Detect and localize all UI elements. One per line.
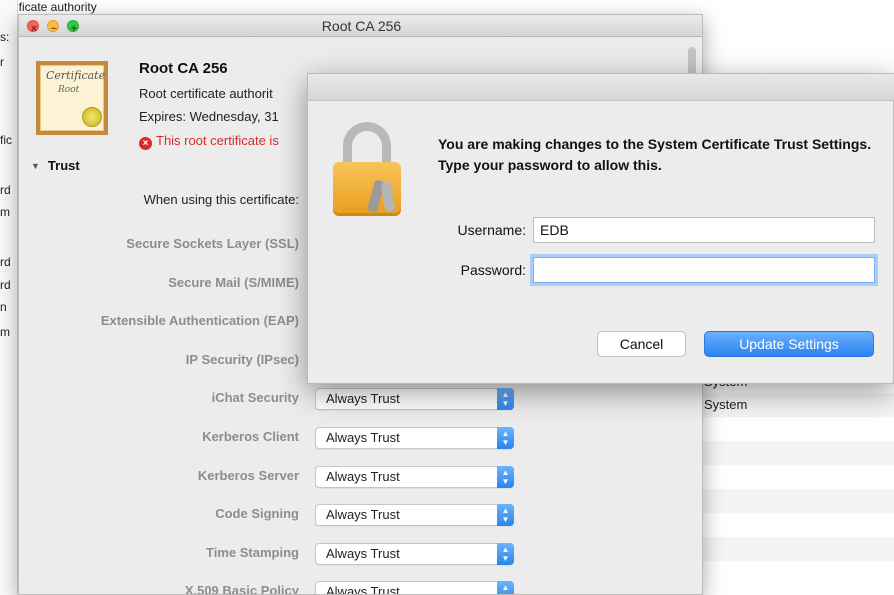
close-icon: × — [30, 23, 38, 35]
background-left-column: s: r fic rd m rd rd n m — [0, 0, 18, 595]
zoom-window-button[interactable]: + — [67, 20, 79, 35]
trust-setting-value: Always Trust — [326, 391, 400, 406]
background-fragment: rd — [0, 278, 11, 292]
trust-row-label: Code Signing — [215, 506, 299, 521]
window-titlebar: × − + Root CA 256 — [19, 15, 702, 37]
certificate-icon-text: Certificate — [46, 69, 106, 82]
username-field[interactable] — [533, 217, 875, 243]
trust-setting-value: Always Trust — [326, 507, 400, 522]
update-settings-button[interactable]: Update Settings — [704, 331, 874, 357]
when-using-label: When using this certificate: — [143, 192, 299, 207]
background-fragment: m — [0, 205, 10, 219]
trust-setting-popup[interactable]: Always Trust ▲▼ — [315, 466, 514, 488]
trust-setting-value: Always Trust — [326, 469, 400, 484]
trust-row-label: X.509 Basic Policy — [184, 583, 299, 595]
trust-row-label: iChat Security — [211, 390, 299, 405]
certificate-warning-text: This root certificate is — [156, 133, 279, 148]
chevron-updown-icon: ▲▼ — [497, 543, 514, 565]
sheet-titlebar — [308, 74, 894, 101]
background-fragment: rd — [0, 183, 11, 197]
keys-icon — [367, 179, 399, 214]
error-icon: × — [139, 137, 152, 150]
trust-section-label: Trust — [47, 158, 80, 173]
chevron-updown-icon: ▲▼ — [497, 504, 514, 526]
trust-row-label: Kerberos Server — [197, 468, 299, 483]
chevron-updown-icon: ▲▼ — [497, 466, 514, 488]
trust-setting-popup[interactable]: Always Trust ▲▼ — [315, 581, 514, 595]
window-title: Root CA 256 — [321, 18, 402, 34]
certificate-kind: Root certificate authorit — [139, 86, 273, 101]
certificate-name: Root CA 256 — [139, 60, 228, 77]
trust-row-label: Secure Mail (S/MIME) — [168, 275, 299, 290]
trust-section-toggle[interactable]: ▼ Trust — [31, 158, 80, 173]
trust-setting-popup[interactable]: Always Trust ▲▼ — [315, 388, 514, 410]
username-label: Username: — [457, 222, 526, 238]
cancel-button[interactable]: Cancel — [597, 331, 686, 357]
trust-row-label: IP Security (IPsec) — [185, 352, 299, 367]
chevron-updown-icon: ▲▼ — [497, 388, 514, 410]
chevron-updown-icon: ▲▼ — [497, 581, 514, 594]
close-window-button[interactable]: × — [27, 20, 39, 35]
trust-setting-value: Always Trust — [326, 584, 400, 595]
minimize-window-button[interactable]: − — [47, 20, 59, 35]
minimize-icon: − — [50, 23, 58, 35]
trust-row-label: Time Stamping — [206, 545, 299, 560]
password-label: Password: — [460, 262, 526, 278]
background-fragment: n — [0, 300, 7, 314]
certificate-icon-subtext: Root — [58, 85, 80, 95]
background-header-text: ertificate authority — [2, 0, 97, 14]
background-list-item[interactable]: System — [704, 397, 747, 412]
certificate-expiry: Expires: Wednesday, 31 — [139, 109, 279, 124]
background-fragment: m — [0, 325, 10, 339]
zoom-icon: + — [70, 23, 78, 35]
certificate-seal-icon — [82, 107, 102, 127]
background-fragment: r — [0, 55, 4, 69]
lock-icon — [333, 122, 417, 218]
certificate-warning: × This root certificate is — [139, 133, 279, 150]
trust-row-label: Extensible Authentication (EAP) — [100, 313, 299, 328]
trust-setting-value: Always Trust — [326, 430, 400, 445]
trust-row-label: Kerberos Client — [202, 429, 299, 444]
certificate-icon: Certificate Root — [36, 61, 108, 135]
authentication-sheet: You are making changes to the System Cer… — [307, 73, 894, 384]
chevron-updown-icon: ▲▼ — [497, 427, 514, 449]
trust-row-label: Secure Sockets Layer (SSL) — [126, 236, 299, 251]
authentication-message: You are making changes to the System Cer… — [438, 136, 872, 173]
trust-setting-popup[interactable]: Always Trust ▲▼ — [315, 427, 514, 449]
background-fragment: fic — [0, 133, 12, 147]
trust-setting-popup[interactable]: Always Trust ▲▼ — [315, 543, 514, 565]
background-fragment: rd — [0, 255, 11, 269]
trust-setting-popup[interactable]: Always Trust ▲▼ — [315, 504, 514, 526]
trust-setting-value: Always Trust — [326, 546, 400, 561]
password-field[interactable] — [533, 257, 875, 283]
disclosure-triangle-icon: ▼ — [31, 161, 40, 171]
background-fragment: s: — [0, 30, 10, 44]
